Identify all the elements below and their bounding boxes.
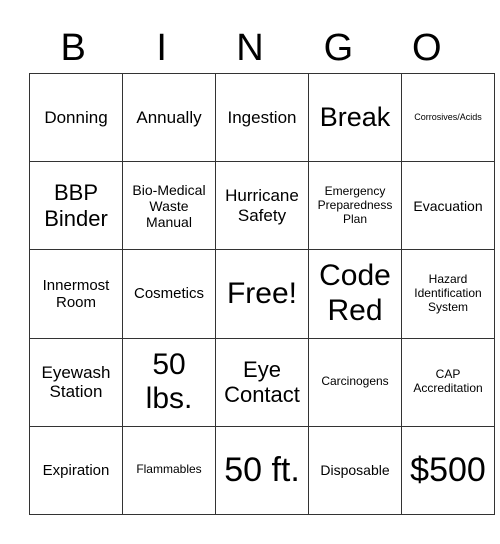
bingo-cell[interactable]: 50 lbs. [122,337,216,427]
grid-row: Innermost Room Cosmetics Free! Code Red … [29,249,495,339]
bingo-cell[interactable]: Flammables [122,425,216,516]
bingo-cell[interactable]: Eye Contact [215,337,309,427]
bingo-cell[interactable]: Ingestion [215,72,309,163]
bingo-cell[interactable]: CAP Accreditation [401,337,495,427]
bingo-cell[interactable]: Bio-Medical Waste Manual [122,161,216,251]
grid-row: Expiration Flammables 50 ft. Disposable … [29,425,495,516]
bingo-cell[interactable]: Annually [122,72,216,163]
grid-row: Donning Annually Ingestion Break Corrosi… [29,72,495,163]
bingo-cell[interactable]: 50 ft. [215,425,309,516]
bingo-cell[interactable]: Hazard Identification System [401,249,495,339]
bingo-cell[interactable]: Evacuation [401,161,495,251]
bingo-cell[interactable]: Eyewash Station [29,337,123,427]
grid-row: Eyewash Station 50 lbs. Eye Contact Carc… [29,337,495,427]
bingo-cell[interactable]: Expiration [29,425,123,516]
bingo-grid: Donning Annually Ingestion Break Corrosi… [29,72,495,516]
free-space[interactable]: Free! [215,249,309,339]
bingo-cell[interactable]: Innermost Room [29,249,123,339]
header-letter-i: I [156,27,167,69]
header-letter-g: G [323,27,354,69]
bingo-cell[interactable]: $500 [401,425,495,516]
bingo-cell[interactable]: Hurricane Safety [215,161,309,251]
header-letter-b: B [60,27,86,69]
bingo-header: B I N G O [29,26,471,70]
bingo-cell[interactable]: Donning [29,72,123,163]
bingo-cell[interactable]: Corrosives/Acids [401,72,495,163]
bingo-cell[interactable]: BBP Binder [29,161,123,251]
header-letter-n: N [236,27,264,69]
bingo-cell[interactable]: Emergency Preparedness Plan [308,161,402,251]
bingo-cell[interactable]: Code Red [308,249,402,339]
bingo-cell[interactable]: Carcinogens [308,337,402,427]
header-letter-o: O [412,27,442,69]
bingo-cell[interactable]: Disposable [308,425,402,516]
bingo-cell[interactable]: Break [308,72,402,163]
bingo-cell[interactable]: Cosmetics [122,249,216,339]
grid-row: BBP Binder Bio-Medical Waste Manual Hurr… [29,161,495,251]
